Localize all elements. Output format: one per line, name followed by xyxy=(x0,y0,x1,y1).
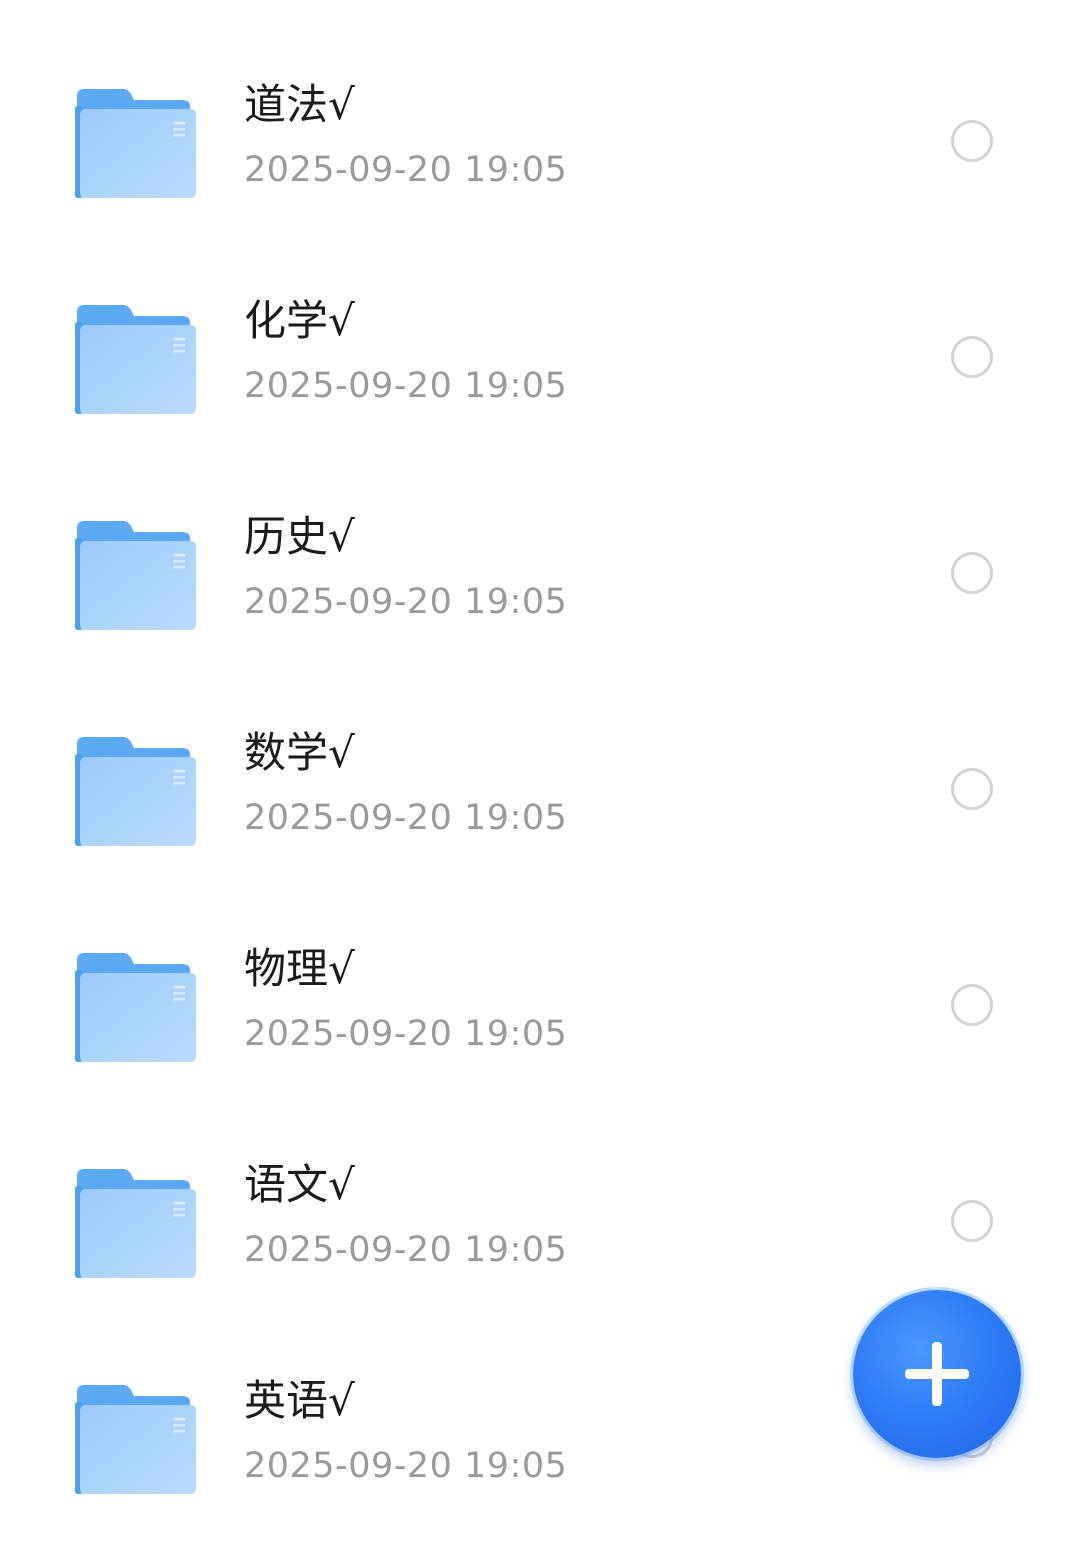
file-name: 历史√ xyxy=(244,512,355,561)
file-name: 物理√ xyxy=(244,944,355,993)
file-name: 化学√ xyxy=(244,296,355,345)
list-item[interactable]: 物理√ 2025-09-20 19:05 xyxy=(0,898,1080,1114)
folder-icon xyxy=(73,734,197,848)
folder-icon xyxy=(73,86,197,200)
plus-icon xyxy=(905,1342,969,1406)
list-item[interactable]: 历史√ 2025-09-20 19:05 xyxy=(0,466,1080,682)
folder-icon xyxy=(73,1166,197,1280)
file-timestamp: 2025-09-20 19:05 xyxy=(244,582,568,622)
list-item[interactable]: 化学√ 2025-09-20 19:05 xyxy=(0,250,1080,466)
radio-unchecked-icon[interactable] xyxy=(951,120,993,162)
file-name: 数学√ xyxy=(244,728,355,777)
folder-icon xyxy=(73,950,197,1064)
radio-unchecked-icon[interactable] xyxy=(951,984,993,1026)
file-timestamp: 2025-09-20 19:05 xyxy=(244,1014,568,1054)
file-timestamp: 2025-09-20 19:05 xyxy=(244,1446,568,1486)
add-button[interactable] xyxy=(853,1290,1021,1458)
radio-unchecked-icon[interactable] xyxy=(951,1200,993,1242)
radio-unchecked-icon[interactable] xyxy=(951,768,993,810)
file-timestamp: 2025-09-20 19:05 xyxy=(244,150,568,190)
file-timestamp: 2025-09-20 19:05 xyxy=(244,366,568,406)
file-name: 英语√ xyxy=(244,1376,355,1425)
list-item[interactable]: 数学√ 2025-09-20 19:05 xyxy=(0,682,1080,898)
list-item[interactable]: 道法√ 2025-09-20 19:05 xyxy=(0,34,1080,250)
file-name: 语文√ xyxy=(244,1160,355,1209)
file-timestamp: 2025-09-20 19:05 xyxy=(244,798,568,838)
radio-unchecked-icon[interactable] xyxy=(951,336,993,378)
file-timestamp: 2025-09-20 19:05 xyxy=(244,1230,568,1270)
folder-icon xyxy=(73,518,197,632)
folder-icon xyxy=(73,302,197,416)
folder-icon xyxy=(73,1382,197,1496)
radio-unchecked-icon[interactable] xyxy=(951,552,993,594)
file-name: 道法√ xyxy=(244,80,355,129)
